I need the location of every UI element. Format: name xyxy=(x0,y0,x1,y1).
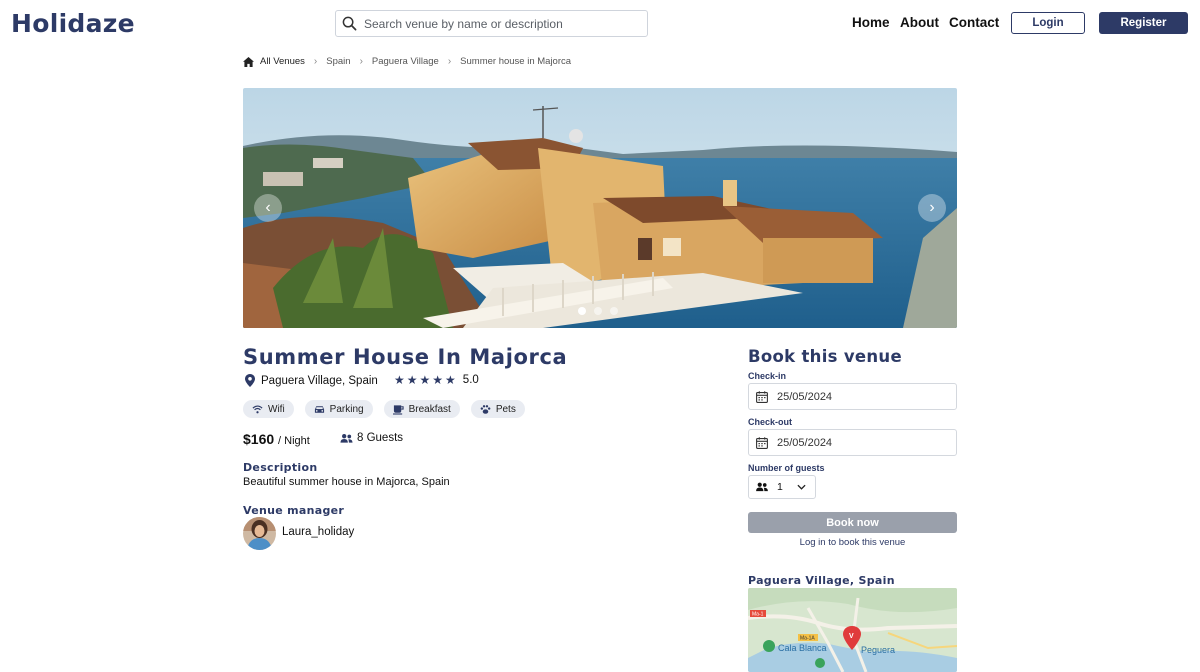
calendar-icon xyxy=(756,436,768,449)
rating-value: 5.0 xyxy=(462,374,479,386)
calendar-icon xyxy=(756,390,768,403)
carousel-prev-button[interactable]: ‹ xyxy=(254,194,282,222)
amenity-label: Parking xyxy=(329,403,364,415)
venue-price: $160 / Night xyxy=(243,431,310,447)
carousel-dot-3[interactable] xyxy=(610,307,618,315)
guests-label: Number of guests xyxy=(748,463,825,473)
amenity-pets: Pets xyxy=(470,400,525,418)
svg-text:V: V xyxy=(849,633,854,640)
search-input[interactable] xyxy=(364,16,634,31)
description-text: Beautiful summer house in Majorca, Spain xyxy=(243,476,450,488)
breadcrumb: All Venues › Spain › Paguera Village › S… xyxy=(243,56,571,67)
chevron-right-icon: › xyxy=(359,56,363,67)
search-icon xyxy=(342,16,357,31)
breadcrumb-all-venues[interactable]: All Venues xyxy=(260,56,305,67)
venue-location-text: Paguera Village, Spain xyxy=(261,374,378,387)
breadcrumb-paguera-village[interactable]: Paguera Village xyxy=(372,56,439,67)
venue-title: Summer House In Majorca xyxy=(243,345,568,369)
chevron-right-icon: › xyxy=(313,56,318,67)
register-button[interactable]: Register xyxy=(1099,12,1188,34)
breadcrumb-current: Summer house in Majorca xyxy=(460,56,572,67)
booking-heading: Book this venue xyxy=(748,347,902,366)
location-map[interactable]: Ma-1 Ma-1A Cala Blanca Peguera V xyxy=(748,588,957,672)
map-place-cala-blanca: Cala Blanca xyxy=(778,643,827,653)
manager-name[interactable]: Laura_holiday xyxy=(282,526,354,538)
people-icon xyxy=(340,433,353,443)
max-guests-text: 8 Guests xyxy=(357,432,404,444)
carousel-indicators xyxy=(578,307,618,315)
checkin-label: Check-in xyxy=(748,371,787,381)
carousel-next-button[interactable]: › xyxy=(918,194,946,222)
star-rating-icons: ★★★★★ xyxy=(394,373,458,387)
amenities-list: Wifi Parking Breakfast Pets xyxy=(243,400,525,418)
coffee-icon xyxy=(392,404,404,415)
guests-select-value: 1 xyxy=(777,481,783,493)
nav-contact[interactable]: Contact xyxy=(949,15,999,30)
checkout-date-value: 25/05/2024 xyxy=(777,436,833,449)
chevron-down-icon xyxy=(797,484,806,490)
book-now-button[interactable]: Book now xyxy=(748,512,957,533)
car-icon xyxy=(314,405,324,413)
map-canvas: Ma-1 Ma-1A Cala Blanca Peguera V xyxy=(748,588,957,672)
avatar-photo xyxy=(243,517,276,550)
location-pin-icon xyxy=(245,374,255,387)
checkin-date-field[interactable]: 25/05/2024 xyxy=(748,383,957,410)
amenity-parking: Parking xyxy=(304,400,373,418)
carousel-dot-1[interactable] xyxy=(578,307,586,315)
max-guests: 8 Guests xyxy=(340,432,403,444)
checkout-label: Check-out xyxy=(748,417,793,427)
map-road-label-2: Ma-1A xyxy=(800,636,815,642)
home-icon[interactable] xyxy=(243,56,254,67)
price-unit: / Night xyxy=(278,435,310,447)
venue-photo xyxy=(243,88,957,328)
login-to-book-link[interactable]: Log in to book this venue xyxy=(748,537,957,548)
price-amount: $160 xyxy=(243,431,275,447)
map-heading: Paguera Village, Spain xyxy=(748,574,895,587)
amenity-label: Pets xyxy=(495,403,516,415)
manager-avatar[interactable] xyxy=(243,517,276,550)
wifi-icon xyxy=(252,404,263,413)
checkout-date-field[interactable]: 25/05/2024 xyxy=(748,429,957,456)
paw-icon xyxy=(480,404,491,414)
venue-image-carousel[interactable]: ‹ › xyxy=(243,88,957,328)
carousel-dot-2[interactable] xyxy=(594,307,602,315)
amenity-label: Breakfast xyxy=(408,403,451,415)
people-icon xyxy=(756,482,768,492)
amenity-breakfast: Breakfast xyxy=(383,400,460,418)
nav-about[interactable]: About xyxy=(900,15,939,30)
map-road-label-1: Ma-1 xyxy=(752,612,764,618)
login-button[interactable]: Login xyxy=(1011,12,1085,34)
search-bar[interactable] xyxy=(335,10,648,37)
description-heading: Description xyxy=(243,461,318,474)
amenity-label: Wifi xyxy=(268,403,285,415)
breadcrumb-spain[interactable]: Spain xyxy=(326,56,350,67)
chevron-right-icon: › xyxy=(447,56,452,67)
guests-select[interactable]: 1 xyxy=(748,475,816,499)
venue-rating: ★★★★★ 5.0 xyxy=(394,373,479,387)
nav-home[interactable]: Home xyxy=(852,15,890,30)
checkin-date-value: 25/05/2024 xyxy=(777,390,833,403)
venue-manager-heading: Venue manager xyxy=(243,504,345,517)
holidaze-logo[interactable]: Holidaze xyxy=(11,9,135,38)
venue-location: Paguera Village, Spain xyxy=(245,374,378,387)
map-place-peguera: Peguera xyxy=(861,645,895,655)
amenity-wifi: Wifi xyxy=(243,400,294,418)
